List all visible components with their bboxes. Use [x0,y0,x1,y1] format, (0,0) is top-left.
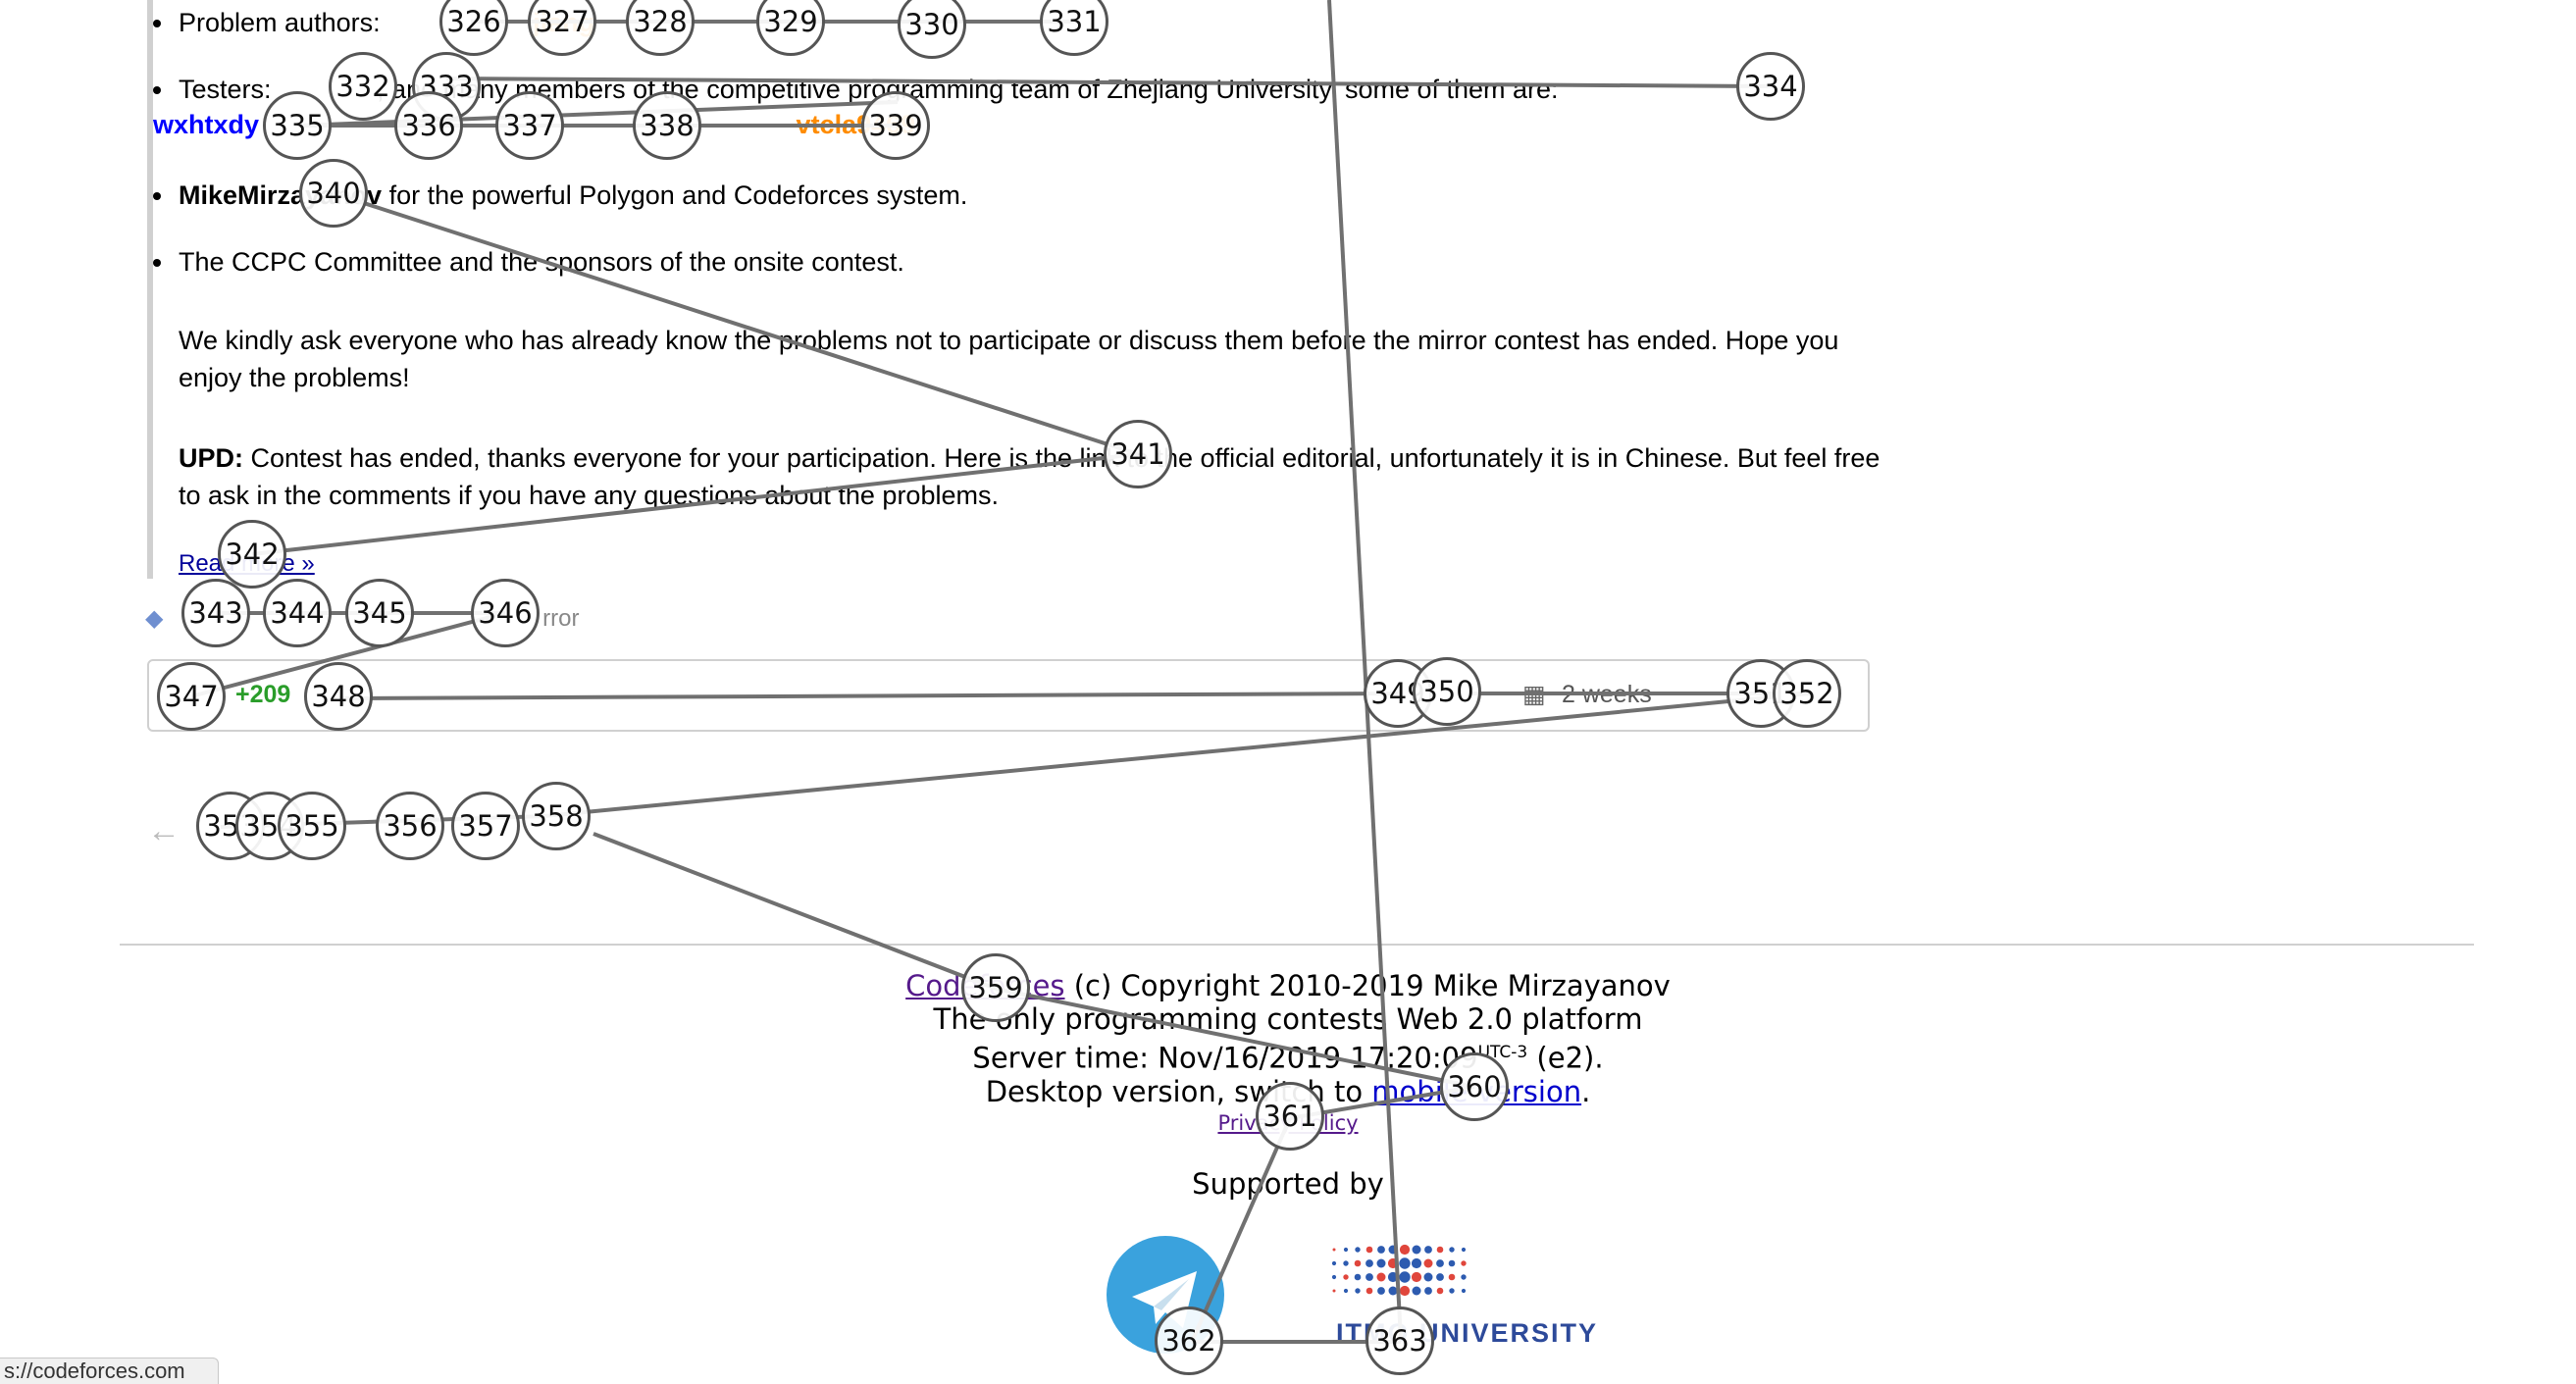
annotation-marker: 357 [451,792,520,860]
annotation-marker: 359 [961,953,1030,1022]
annotation-marker: 338 [633,91,701,160]
annotation-marker: 344 [263,579,332,647]
annotation-marker: 335 [263,91,332,160]
annotation-marker: 342 [218,520,286,589]
annotation-marker: 348 [304,662,373,731]
annotation-marker: 352 [1773,659,1841,728]
annotation-marker: 347 [157,662,226,731]
annotation-marker: 343 [181,579,250,647]
annotation-marker: 355 [278,792,346,860]
annotation-marker: 350 [1413,657,1481,726]
annotation-marker: 341 [1104,420,1172,488]
annotation-marker: 346 [471,579,540,647]
annotation-marker: 363 [1365,1307,1434,1375]
annotation-marker: 358 [522,782,591,850]
annotation-marker: 356 [376,792,444,860]
annotation-marker: 360 [1440,1052,1509,1121]
annotation-marker: 345 [345,579,414,647]
annotation-marker: 336 [394,91,463,160]
annotation-marker: 362 [1155,1307,1223,1375]
annotation-marker: 334 [1736,52,1805,121]
annotation-marker: 332 [329,52,397,121]
status-bar-url: s://codeforces.com [0,1358,219,1384]
annotation-lines [190,0,1811,1344]
annotation-marker: 337 [495,91,564,160]
annotation-marker: 361 [1256,1082,1324,1151]
annotation-marker: 340 [299,159,368,228]
annotation-marker: 339 [861,91,930,160]
